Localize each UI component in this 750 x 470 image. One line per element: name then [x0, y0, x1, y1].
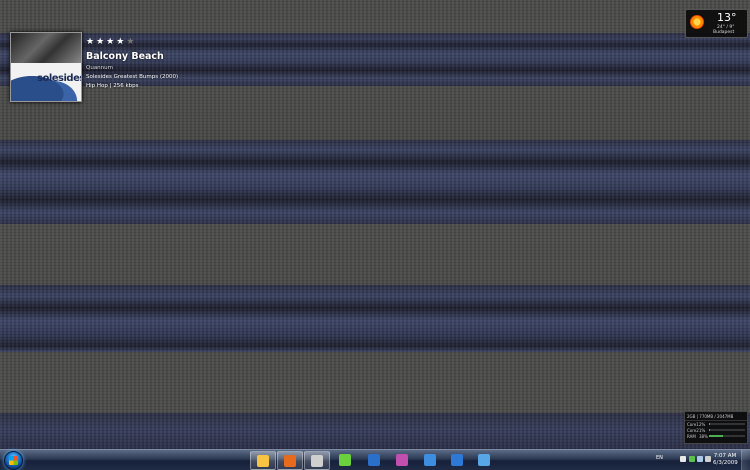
action-center-icon[interactable]: [680, 456, 686, 462]
cpu-core2-bar: [709, 429, 745, 431]
weather-city: Budapest: [713, 30, 734, 35]
cpu-core2-label: Core2: [687, 428, 699, 433]
cpu-core1-fill: [709, 423, 710, 425]
flash-icon: [396, 454, 408, 466]
track-meta: Hip Hop | 256 kbps: [86, 83, 178, 89]
ram-row: RAM 38%: [685, 433, 747, 439]
volume-icon[interactable]: [697, 456, 703, 462]
taskbar-button[interactable]: [250, 451, 276, 470]
cpu-core2-value: 1%: [699, 428, 709, 433]
network-icon[interactable]: [689, 456, 695, 462]
clock-date: 6/3/2009: [713, 460, 737, 467]
clock-time: 7:07 AM: [713, 453, 737, 460]
system-monitor-gadget[interactable]: 2GB | 770MB / 2047MB Core1 2% Core2 1% R…: [684, 411, 748, 444]
ram-bar: [709, 435, 745, 437]
weather-gadget[interactable]: 13° 24° / 9° Budapest: [685, 9, 748, 38]
media-player-icon: [311, 455, 323, 467]
now-playing-widget: ★★★★★ Balcony Beach Quannum Solesides Gr…: [86, 38, 178, 89]
power-icon[interactable]: [705, 456, 711, 462]
album-cover[interactable]: solesides: [10, 32, 82, 102]
ram-fill: [709, 435, 723, 437]
taskbar: EN 7:07 AM 6/3/2009: [0, 449, 750, 470]
taskbar-button[interactable]: [277, 451, 303, 470]
cpu-core1-label: Core1: [687, 422, 699, 427]
taskbar-clock[interactable]: 7:07 AM 6/3/2009: [713, 453, 737, 467]
track-album: Solesides Greatest Bumps (2000): [86, 74, 178, 80]
firefox-icon: [284, 455, 296, 467]
album-cover-photo: [11, 33, 81, 63]
messenger-icon: [424, 454, 436, 466]
download-icon: [451, 454, 463, 466]
language-indicator[interactable]: EN: [656, 455, 663, 461]
rating-stars[interactable]: ★★★★★: [86, 38, 178, 47]
memory-summary: 2GB | 770MB / 2047MB: [685, 412, 747, 421]
taskbar-button[interactable]: [418, 451, 442, 468]
star-icon[interactable]: ★: [96, 38, 104, 47]
track-title: Balcony Beach: [86, 51, 178, 62]
taskbar-button[interactable]: [362, 451, 386, 468]
weather-temperature: 13°: [717, 11, 737, 24]
start-button[interactable]: [4, 451, 23, 470]
cpu-core1-value: 2%: [699, 422, 709, 427]
notes-icon: [478, 454, 490, 466]
show-desktop-button[interactable]: [741, 450, 750, 470]
star-icon[interactable]: ★: [126, 38, 134, 47]
ram-label: RAM: [687, 434, 699, 439]
taskbar-button[interactable]: [472, 451, 496, 468]
photoshop-icon: [368, 454, 380, 466]
taskbar-button[interactable]: [445, 451, 469, 468]
star-icon[interactable]: ★: [86, 38, 94, 47]
track-artist: Quannum: [86, 65, 178, 71]
star-icon[interactable]: ★: [116, 38, 124, 47]
ram-value: 38%: [699, 434, 709, 439]
weather-gadget-icon: [257, 455, 269, 467]
favorites-star-icon: [339, 454, 351, 466]
taskbar-button[interactable]: [333, 451, 357, 468]
sun-icon: [690, 15, 704, 29]
album-cover-text: solesides: [37, 73, 82, 84]
cpu-core1-bar: [709, 423, 745, 425]
taskbar-button[interactable]: [304, 451, 330, 470]
taskbar-button[interactable]: [390, 451, 414, 468]
star-icon[interactable]: ★: [106, 38, 114, 47]
windows-logo-icon: [9, 456, 18, 465]
